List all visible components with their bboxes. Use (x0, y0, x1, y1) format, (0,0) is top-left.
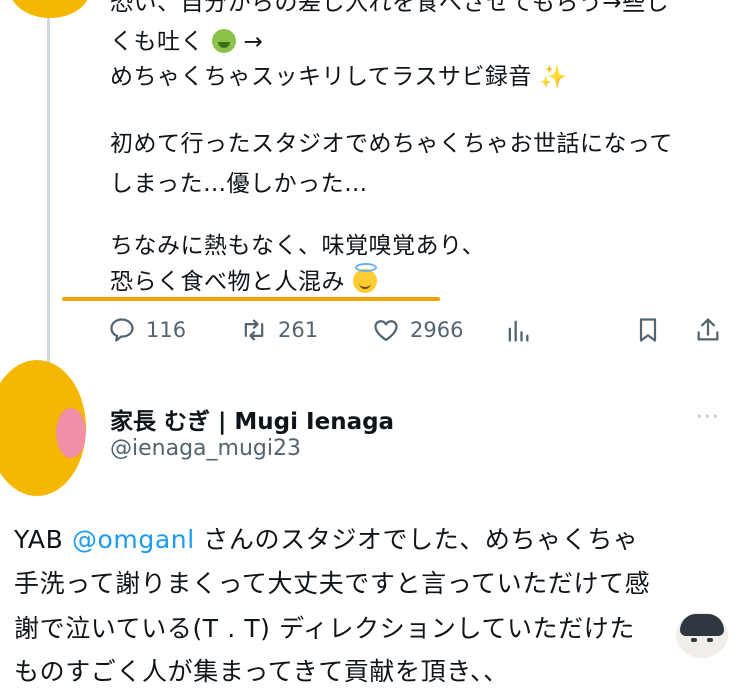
tweet-line-1: 恐い、自分からの差し入れを食べさせてもらう→些し (110, 0, 670, 16)
sparkles-icon: ✨ (539, 65, 568, 90)
like-icon (374, 320, 398, 342)
analytics-button[interactable] (504, 312, 542, 348)
tweet-line-9: 恐らく食べ物と人混み (110, 263, 377, 297)
display-name[interactable]: 家長 むぎ | Mugi Ienaga (110, 402, 394, 436)
avatar-mugi[interactable] (0, 360, 86, 496)
avatar-top[interactable] (10, 0, 90, 18)
like-count: 2966 (410, 318, 464, 342)
reply-icon (110, 318, 134, 342)
tweet-line-2: くも吐く → (110, 27, 263, 57)
tweet-line-8: ちなみに熱もなく、味覚嗅覚あり、 (110, 233, 486, 259)
tweet-line-6: しまった…優しかった… (110, 171, 368, 197)
share-button[interactable] (694, 312, 732, 348)
tweet-line-9-text: 恐らく食べ物と人混み (110, 269, 345, 295)
action-bar: 116 261 2966 (108, 312, 728, 348)
bookmark-button[interactable] (634, 312, 672, 348)
analytics-icon (508, 320, 529, 342)
tweet-line-3-text: めちゃくちゃスッキリしてラスサビ録音 (110, 64, 532, 90)
tweet-line-3: めちゃくちゃスッキリしてラスサビ録音 ✨ (110, 62, 568, 93)
more-options-icon[interactable]: ··· (696, 405, 720, 430)
tweet-line-2-text: くも吐く (110, 29, 204, 55)
tweet-line-5: 初めて行ったスタジオでめちゃくちゃお世話になって (110, 131, 673, 157)
thread-line (47, 0, 50, 366)
halo-face-icon (352, 263, 377, 293)
body-line-4: ものすごく人が集まってきて貢献を頂き、、 (14, 657, 509, 686)
body-line-1-suffix: さんのスタジオでした、めちゃくちゃ (194, 525, 639, 554)
retweet-icon (244, 319, 264, 341)
bookmark-icon (639, 318, 657, 342)
reply-count: 116 (146, 318, 187, 342)
reply-button[interactable]: 116 (108, 312, 186, 348)
body-line-1: YAB @omganl さんのスタジオでした、めちゃくちゃ (14, 520, 639, 556)
nauseated-face-icon (211, 29, 236, 53)
highlight-underline (62, 297, 440, 301)
share-icon (697, 318, 719, 341)
retweet-button[interactable]: 261 (240, 312, 318, 348)
body-line-2: 手洗って謝りまくって大丈夫ですと言っていただけて感 (14, 569, 651, 598)
arrow-glyph: → (243, 29, 264, 55)
body-line-1-prefix: YAB (14, 525, 72, 554)
mention-link[interactable]: @omganl (72, 525, 195, 554)
user-handle[interactable]: @ienaga_mugi23 (110, 436, 301, 461)
body-line-3: 謝で泣いている(T . T) ディレクションしていただけた (14, 614, 635, 643)
retweet-count: 261 (278, 318, 319, 342)
like-button[interactable]: 2966 (372, 312, 463, 348)
avatar-sticker (676, 612, 728, 658)
